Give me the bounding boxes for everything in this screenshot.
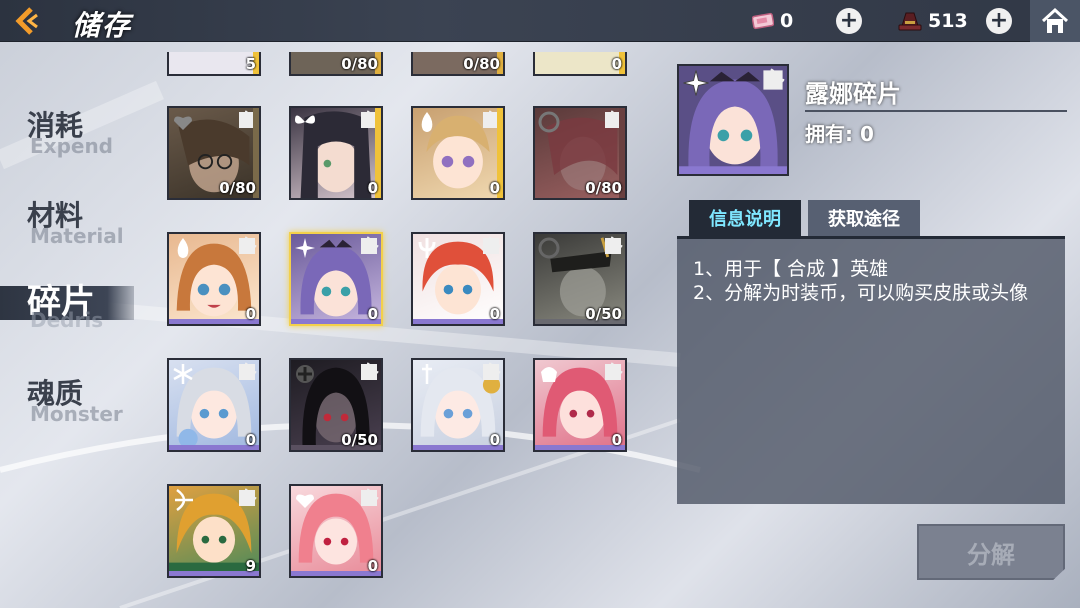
page-title: 储存 xyxy=(72,9,133,42)
info-line-1: 1、用于【 合成 】英雄 xyxy=(693,258,889,280)
flame-emblem-icon xyxy=(421,112,433,132)
fragment-card[interactable]: 0 xyxy=(167,358,261,452)
heart-emblem-icon xyxy=(174,116,192,130)
flame-emblem-icon xyxy=(177,238,189,258)
fragment-card[interactable]: 0/50 xyxy=(533,232,627,326)
fragment-count: 0/50 xyxy=(341,431,378,449)
name-divider xyxy=(805,110,1067,112)
nav-expend-sublabel: Expend xyxy=(30,134,113,158)
fragment-grid[interactable]: 5 0/80 0/80 0 0/80 0 0 0/80 0 0 0 0/50 0… xyxy=(165,52,635,602)
fragment-count: 0 xyxy=(611,431,622,449)
fragment-count: 0 xyxy=(611,55,622,73)
fragment-card[interactable]: 0 xyxy=(411,232,505,326)
fragment-card[interactable]: 0 xyxy=(533,358,627,452)
shuriken-emblem-icon xyxy=(295,238,315,258)
fragment-count: 0 xyxy=(489,431,500,449)
fragment-card[interactable]: 5 xyxy=(167,52,261,76)
fragment-card[interactable]: 9 xyxy=(167,484,261,578)
back-arrow-icon xyxy=(15,7,38,35)
bow-emblem-icon xyxy=(175,488,193,512)
home-icon xyxy=(1041,7,1069,33)
puzzle-piece-icon xyxy=(605,236,623,254)
fragment-count: 0 xyxy=(489,179,500,197)
back-button[interactable] xyxy=(10,6,42,36)
fragment-card[interactable]: 0/50 xyxy=(289,358,383,452)
tab-source[interactable]: 获取途径 xyxy=(808,200,920,236)
fragment-count: 0 xyxy=(245,431,256,449)
shuriken-emblem-icon xyxy=(683,70,709,96)
owned-count: 拥有: 0 xyxy=(805,122,874,146)
puzzle-piece-icon xyxy=(361,236,379,254)
fragment-count: 0 xyxy=(245,305,256,323)
puzzle-piece-icon xyxy=(763,68,785,90)
fragment-card-selected[interactable]: 0 xyxy=(289,232,383,326)
puzzle-piece-icon xyxy=(239,362,257,380)
ticket-icon xyxy=(752,12,774,30)
hero-portrait xyxy=(677,64,789,176)
currency-a: 0 xyxy=(752,8,793,34)
fragment-card[interactable]: 0 xyxy=(289,106,383,200)
fragment-count: 0/80 xyxy=(463,55,500,73)
nav-debris[interactable]: 碎片 Dedris xyxy=(0,272,140,332)
fragment-count: 0 xyxy=(367,179,378,197)
crest-emblem-icon xyxy=(538,111,560,133)
add-currency-a-button[interactable]: + xyxy=(836,8,862,34)
tab-info[interactable]: 信息说明 xyxy=(689,200,801,236)
home-button[interactable] xyxy=(1030,0,1080,42)
fragment-count: 0/80 xyxy=(219,179,256,197)
puzzle-piece-icon xyxy=(239,236,257,254)
fragment-count: 0/80 xyxy=(341,55,378,73)
puzzle-piece-icon xyxy=(483,236,501,254)
fragment-card[interactable]: 0 xyxy=(411,358,505,452)
trident-emblem-icon xyxy=(418,238,436,258)
nav-debris-sublabel: Dedris xyxy=(30,308,104,332)
hero-fragment-name: 露娜碎片 xyxy=(805,80,901,108)
nav-expend[interactable]: 消耗 Expend xyxy=(0,104,140,160)
info-box: 1、用于【 合成 】英雄 2、分解为时装币，可以购买皮肤或头像 xyxy=(677,236,1065,504)
decompose-button[interactable]: 分解 xyxy=(917,524,1065,580)
hat-icon xyxy=(898,12,922,31)
snowflake-emblem-icon xyxy=(173,364,193,384)
fragment-card[interactable]: 0 xyxy=(411,106,505,200)
top-bar: 储存 0 + 513 + xyxy=(0,0,1080,42)
puzzle-piece-icon xyxy=(605,362,623,380)
add-currency-b-button[interactable]: + xyxy=(986,8,1012,34)
nav-material[interactable]: 材料 Material xyxy=(0,194,140,250)
crest-emblem-icon xyxy=(538,237,560,259)
heart-emblem-icon xyxy=(296,494,314,508)
nav-monster-sublabel: Monster xyxy=(30,402,123,426)
info-line-2: 2、分解为时装币，可以购买皮肤或头像 xyxy=(693,282,1029,304)
puzzle-piece-icon xyxy=(361,488,379,506)
cross-shield-emblem-icon xyxy=(296,365,314,383)
sword-emblem-icon xyxy=(422,364,432,384)
fragment-count: 0 xyxy=(367,557,378,575)
nav-material-sublabel: Material xyxy=(30,224,124,248)
fragment-card[interactable]: 0 xyxy=(533,52,627,76)
currency-b: 513 xyxy=(898,8,968,34)
detail-panel: 露娜碎片 拥有: 0 信息说明 获取途径 1、用于【 合成 】英雄 2、分解为时… xyxy=(665,42,1080,608)
fragment-count: 0/80 xyxy=(585,179,622,197)
fragment-count: 5 xyxy=(245,55,256,73)
fragment-card[interactable]: 0 xyxy=(167,232,261,326)
fragment-card[interactable]: 0/80 xyxy=(289,52,383,76)
fragment-card[interactable]: 0/80 xyxy=(411,52,505,76)
skull-emblem-icon xyxy=(541,367,557,382)
fragment-card[interactable]: 0/80 xyxy=(167,106,261,200)
fragment-count: 0 xyxy=(489,305,500,323)
currency-a-value: 0 xyxy=(780,10,794,32)
currency-b-value: 513 xyxy=(928,10,968,32)
fragment-count: 0/50 xyxy=(585,305,622,323)
puzzle-piece-icon xyxy=(361,362,379,380)
fragment-count: 0 xyxy=(367,305,378,323)
butterfly-emblem-icon xyxy=(295,115,315,124)
fragment-count: 9 xyxy=(245,557,256,575)
fragment-card[interactable]: 0/80 xyxy=(533,106,627,200)
puzzle-piece-icon xyxy=(483,362,501,380)
nav-monster[interactable]: 魂质 Monster xyxy=(0,372,140,428)
fragment-card[interactable]: 0 xyxy=(289,484,383,578)
puzzle-piece-icon xyxy=(239,488,257,506)
